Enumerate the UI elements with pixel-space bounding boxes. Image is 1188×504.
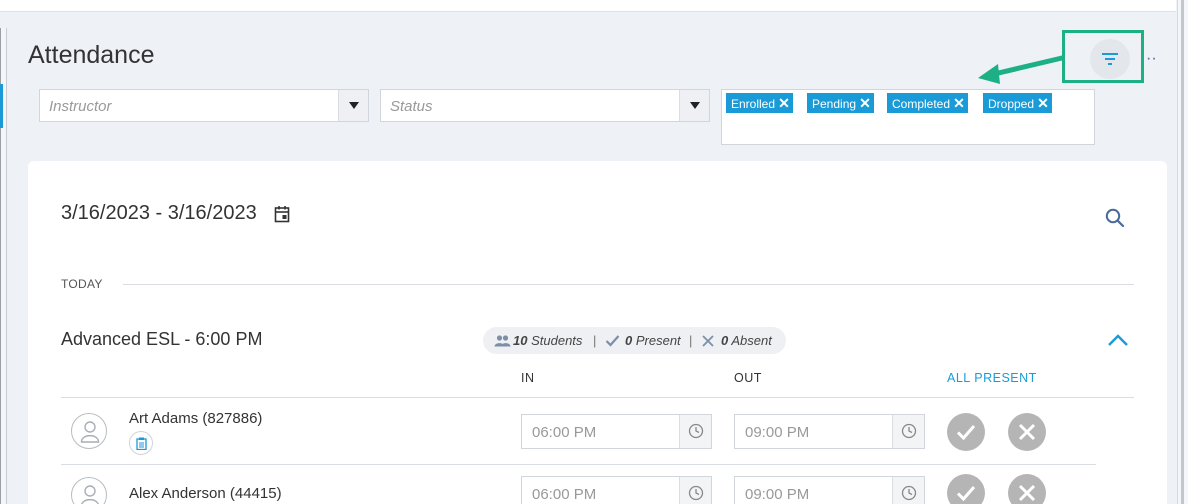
time-out-field[interactable]: 09:00 PM [734,476,925,504]
column-header-in: IN [521,371,535,385]
student-name[interactable]: Alex Anderson (44415) [129,485,282,502]
attendance-summary-badge: 10 Students | 0 Present | 0 Absent [483,327,786,354]
remove-tag-icon[interactable]: ✕ [1034,93,1052,113]
tag-completed: Completed ✕ [887,93,969,113]
clock-icon[interactable] [892,415,924,448]
annotation-highlight-box [1062,30,1144,83]
header-divider [61,397,1134,398]
absent-count: 0 Absent [721,333,772,348]
students-icon [494,335,511,347]
mark-absent-button[interactable] [1008,474,1046,504]
clock-icon[interactable] [892,477,924,504]
time-out-value: 09:00 PM [745,424,810,441]
absent-x-icon [702,335,714,347]
separator: | [689,333,693,348]
top-bar [0,0,1176,12]
instructor-dropdown-arrow-icon[interactable] [338,90,368,121]
remove-tag-icon[interactable]: ✕ [950,93,968,113]
separator: | [593,333,597,348]
instructor-select[interactable]: Instructor [39,89,369,122]
status-dropdown-arrow-icon[interactable] [679,90,709,121]
left-nav-active-indicator [0,84,3,128]
status-select[interactable]: Status [380,89,710,122]
annotation-arrow-icon [978,55,1065,84]
remove-tag-icon[interactable]: ✕ [856,93,874,113]
clock-icon[interactable] [679,477,711,504]
left-nav-rail [0,28,7,504]
clock-icon[interactable] [679,415,711,448]
present-count: 0 Present [625,333,681,348]
avatar [71,413,107,449]
date-range[interactable]: 3/16/2023 - 3/16/2023 [61,202,257,225]
mark-present-button[interactable] [947,474,985,504]
student-name[interactable]: Art Adams (827886) [129,410,262,427]
time-in-field[interactable]: 06:00 PM [521,414,712,449]
time-in-field[interactable]: 06:00 PM [521,476,712,504]
time-in-value: 06:00 PM [532,486,597,503]
all-present-link[interactable]: ALL PRESENT [947,371,1037,385]
tag-dropped: Dropped ✕ [983,93,1053,113]
calendar-icon[interactable] [274,205,290,223]
time-out-field[interactable]: 09:00 PM [734,414,925,449]
status-placeholder: Status [390,98,433,115]
instructor-placeholder: Instructor [49,98,112,115]
tag-enrolled: Enrolled ✕ [726,93,794,113]
remove-tag-icon[interactable]: ✕ [775,93,793,113]
class-name: Advanced ESL - 6:00 PM [61,329,263,349]
mark-present-button[interactable] [947,413,985,451]
user-icon [80,421,100,443]
tag-pending: Pending ✕ [807,93,875,113]
section-label-today: TODAY [61,277,103,291]
time-out-value: 09:00 PM [745,486,810,503]
time-in-value: 06:00 PM [532,424,597,441]
section-divider [123,284,1134,285]
search-icon[interactable] [1105,208,1125,228]
more-options-icon[interactable]: ·· [1146,50,1157,68]
clipboard-icon [136,437,147,450]
notes-button[interactable] [129,431,153,455]
column-header-out: OUT [734,371,762,385]
row-divider [61,464,1096,465]
check-icon [956,425,976,441]
x-icon [1018,484,1036,502]
scrollbar-thumb[interactable] [1181,0,1184,504]
user-icon [81,485,99,504]
check-icon [956,486,976,502]
tag-label: Pending [812,97,857,111]
tag-label: Dropped [988,97,1035,111]
x-icon [1018,423,1036,441]
students-count: 10 Students [513,333,583,348]
present-check-icon [605,335,620,347]
tag-label: Enrolled [731,97,776,111]
chevron-up-icon[interactable] [1107,333,1129,347]
tag-label: Completed [892,97,951,111]
page-title: Attendance [28,41,155,69]
enrollment-status-multiselect[interactable]: Enrolled ✕ Pending ✕ Completed ✕ Dropped ✕ [721,89,1095,145]
scrollbar[interactable] [1177,0,1188,504]
mark-absent-button[interactable] [1008,413,1046,451]
